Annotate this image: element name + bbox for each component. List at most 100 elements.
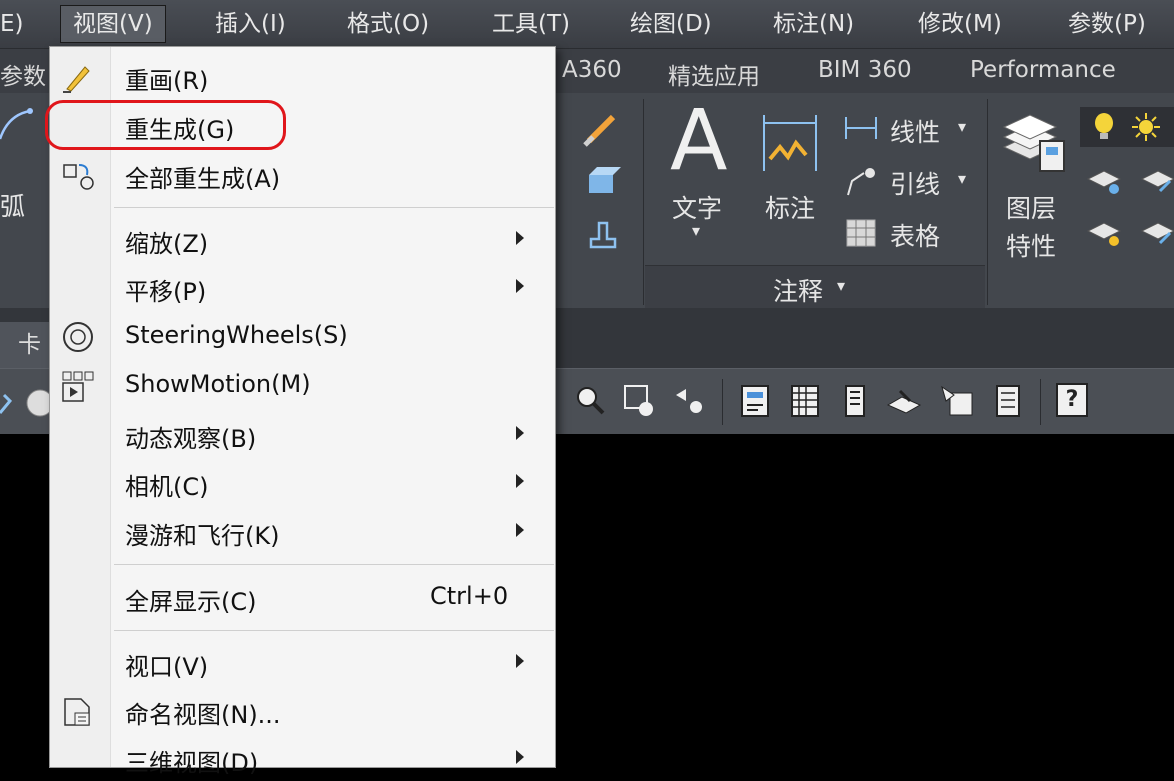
menu-item-pan[interactable]: 平移(P)	[50, 266, 555, 310]
tab-a360[interactable]: A360	[562, 57, 622, 83]
help-icon[interactable]: ?	[1056, 383, 1088, 417]
menu-item-regen-all[interactable]: 全部重生成(A)	[50, 153, 555, 197]
menu-item-walk-fly[interactable]: 漫游和飞行(K)	[50, 510, 555, 554]
menu-item-orbit[interactable]: 动态观察(B)	[50, 413, 555, 457]
menu-item-label: 漫游和飞行(K)	[125, 522, 280, 550]
annotation-panel-footer[interactable]: 注释 ▾	[645, 265, 985, 309]
properties-icon[interactable]	[738, 383, 774, 419]
menu-item-label: 全部重生成(A)	[125, 165, 281, 193]
stamp-icon[interactable]	[583, 215, 623, 251]
toolbar-divider	[1040, 379, 1041, 425]
leader-icon[interactable]	[844, 165, 878, 197]
text-tool-label[interactable]: 文字	[672, 189, 722, 225]
menu-item-zoom[interactable]: 缩放(Z)	[50, 218, 555, 262]
table-label[interactable]: 表格	[890, 217, 940, 253]
steering-wheel-icon	[63, 322, 93, 352]
layer-label-line1[interactable]: 图层	[1006, 189, 1056, 225]
tab-parametric[interactable]: 参数	[0, 57, 46, 91]
menu-modify[interactable]: 修改(M)	[918, 6, 1002, 42]
brush-icon[interactable]	[583, 111, 623, 147]
table-icon[interactable]	[846, 219, 876, 247]
text-dropdown-arrow[interactable]: ▾	[692, 221, 700, 240]
linear-dimension-icon[interactable]	[844, 113, 878, 143]
arc-icon[interactable]	[0, 105, 40, 145]
submenu-arrow-icon	[516, 474, 524, 488]
markup-icon[interactable]	[940, 383, 976, 419]
calculator-icon[interactable]	[990, 383, 1026, 419]
menu-item-label: 视口(V)	[125, 653, 209, 681]
annotation-dropdown-arrow[interactable]: ▾	[837, 276, 845, 295]
menu-item-label: 重画(R)	[125, 67, 209, 95]
menu-edit[interactable]: E)	[0, 6, 24, 42]
menu-format[interactable]: 格式(O)	[347, 6, 429, 42]
highlight-circle	[45, 100, 286, 150]
menu-draw[interactable]: 绘图(D)	[630, 6, 712, 42]
menu-item-shortcut: Ctrl+0	[430, 582, 509, 610]
menu-item-showmotion[interactable]: ShowMotion(M)	[50, 364, 555, 408]
menu-item-label: 三维视图(D)	[125, 749, 259, 777]
pencil-icon	[63, 66, 90, 93]
leader-label[interactable]: 引线	[890, 165, 940, 201]
menu-separator	[114, 207, 554, 208]
menu-item-redraw[interactable]: 重画(R)	[50, 55, 555, 99]
menu-bar: E) 视图(V) 插入(I) 格式(O) 工具(T) 绘图(D) 标注(N) 修…	[0, 0, 1174, 49]
menu-item-label: 平移(P)	[125, 278, 207, 306]
layer-isolate-icon[interactable]	[1140, 163, 1174, 199]
layer-properties-icon[interactable]	[1000, 107, 1070, 177]
zoom-previous-icon[interactable]	[672, 383, 708, 419]
tab-bim360[interactable]: BIM 360	[818, 57, 912, 83]
menu-item-camera[interactable]: 相机(C)	[50, 461, 555, 505]
layer-dropdown[interactable]	[1080, 107, 1174, 147]
menu-item-label: 全屏显示(C)	[125, 588, 257, 616]
menu-parameter[interactable]: 参数(P)	[1068, 6, 1146, 42]
menu-insert[interactable]: 插入(I)	[215, 6, 286, 42]
showmotion-icon	[62, 371, 94, 402]
submenu-arrow-icon	[516, 231, 524, 245]
zoom-object-icon[interactable]	[622, 383, 658, 419]
ribbon-divider	[987, 99, 988, 305]
block-icon[interactable]	[583, 163, 623, 199]
menu-item-label: 命名视图(N)...	[125, 701, 281, 729]
zoom-window-icon[interactable]	[573, 383, 609, 419]
toolbar-divider	[722, 379, 723, 425]
linear-dropdown-arrow[interactable]: ▾	[958, 117, 966, 136]
layer-freeze-icon[interactable]	[1086, 215, 1126, 251]
menu-item-clean-screen[interactable]: 全屏显示(C) Ctrl+0	[50, 576, 555, 620]
submenu-arrow-icon	[516, 750, 524, 764]
layer-label-line2[interactable]: 特性	[1006, 227, 1056, 263]
sheet-set-icon[interactable]	[886, 383, 922, 419]
menu-item-3d-views[interactable]: 三维视图(D)	[50, 737, 555, 781]
menu-separator	[114, 564, 554, 565]
menu-dimension[interactable]: 标注(N)	[773, 6, 854, 42]
view-menu-dropdown: 重画(R) 重生成(G) 全部重生成(A) 缩放(Z) 平移(P) Steeri…	[49, 46, 556, 777]
tab-featured-apps[interactable]: 精选应用	[668, 57, 760, 91]
regen-all-icon	[63, 164, 94, 190]
arc-label[interactable]: 弧	[0, 187, 25, 223]
design-center-icon[interactable]	[788, 383, 824, 419]
dimension-icon[interactable]	[760, 111, 820, 177]
sun-icon	[1132, 113, 1160, 141]
layer-off-icon[interactable]	[1086, 163, 1126, 199]
annotation-panel-title[interactable]: 注释	[773, 272, 823, 308]
menu-item-viewports[interactable]: 视口(V)	[50, 641, 555, 685]
menu-item-label: SteeringWheels(S)	[125, 321, 348, 349]
menu-view[interactable]: 视图(V)	[60, 5, 166, 43]
named-view-icon	[64, 698, 90, 726]
layer-match-icon[interactable]	[1140, 215, 1174, 251]
menu-item-named-views[interactable]: 命名视图(N)...	[50, 689, 555, 733]
tool-palettes-icon[interactable]	[838, 383, 874, 419]
submenu-arrow-icon	[516, 426, 524, 440]
submenu-arrow-icon	[516, 279, 524, 293]
menu-item-label: 缩放(Z)	[125, 230, 209, 258]
menu-tools[interactable]: 工具(T)	[492, 6, 570, 42]
menu-item-label: 相机(C)	[125, 473, 209, 501]
submenu-arrow-icon	[516, 523, 524, 537]
leader-dropdown-arrow[interactable]: ▾	[958, 169, 966, 188]
tab-performance[interactable]: Performance	[970, 57, 1116, 83]
menu-item-steeringwheels[interactable]: SteeringWheels(S)	[50, 315, 555, 359]
text-tool-glyph[interactable]: A	[670, 95, 727, 185]
menu-separator	[114, 630, 554, 631]
dimension-label[interactable]: 标注	[765, 189, 815, 225]
ribbon-divider	[643, 99, 644, 305]
linear-label[interactable]: 线性	[890, 113, 940, 149]
